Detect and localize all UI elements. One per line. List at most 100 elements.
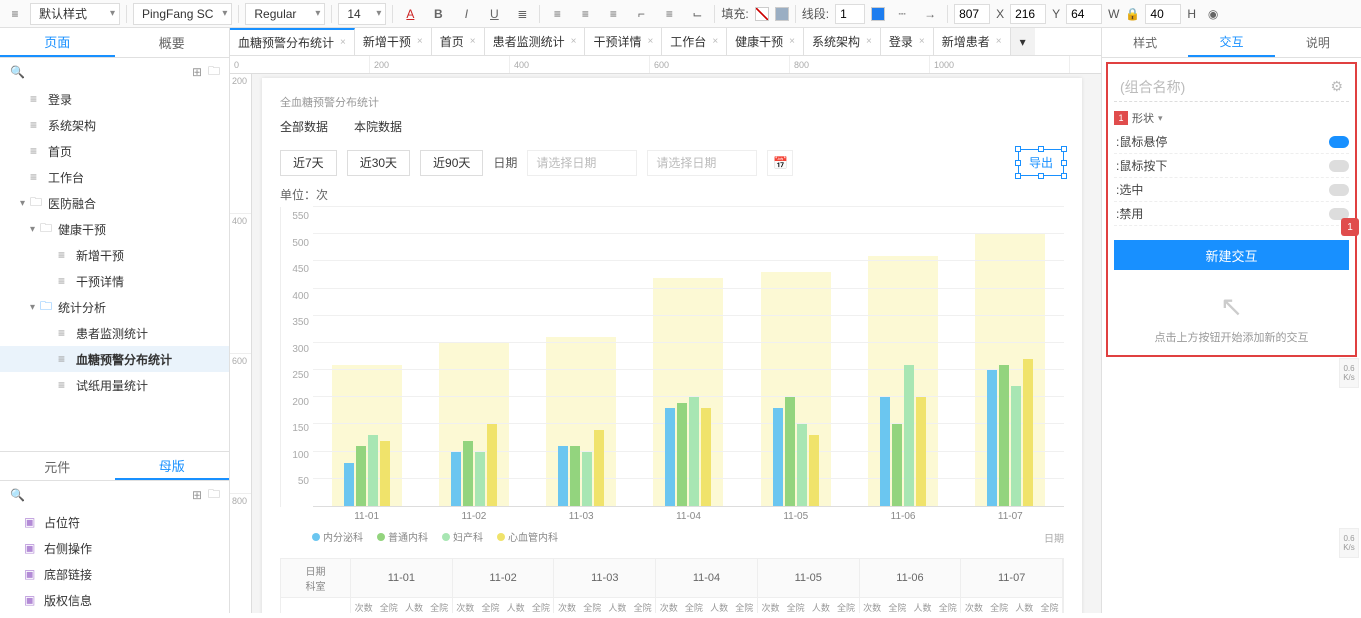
range-30d[interactable]: 近30天: [347, 150, 410, 176]
close-icon[interactable]: ×: [919, 36, 925, 47]
fill-none-swatch[interactable]: [755, 7, 769, 21]
master-item[interactable]: ▣右侧操作: [0, 535, 229, 561]
fill-color-swatch[interactable]: [775, 7, 789, 21]
doc-tab[interactable]: 干预详情×: [585, 28, 662, 55]
lock-icon[interactable]: 🔒: [1125, 7, 1139, 21]
close-icon[interactable]: ×: [789, 36, 795, 47]
canvas[interactable]: 全血糖预警分布统计 全部数据 本院数据 近7天 近30天 近90天 日期 请选择…: [252, 74, 1101, 613]
doc-tab[interactable]: 患者监测统计×: [485, 28, 586, 55]
align-center-icon[interactable]: ≡: [574, 4, 596, 24]
date-end-input[interactable]: 请选择日期: [647, 150, 757, 176]
calendar-icon[interactable]: 📅: [767, 150, 793, 176]
tab-outline[interactable]: 概要: [115, 28, 230, 57]
master-list: ▣占位符▣右侧操作▣底部链接▣版权信息: [0, 509, 229, 613]
master-item[interactable]: ▣底部链接: [0, 561, 229, 587]
tree-node[interactable]: ≡首页: [0, 138, 229, 164]
tree-node[interactable]: ▾🗀健康干预: [0, 216, 229, 242]
line-color-swatch[interactable]: [871, 7, 885, 21]
doc-tab[interactable]: 新增患者×: [934, 28, 1011, 55]
right-panel: 样式 交互 说明 (组合名称) ⚙ 1 形状 ▾ :鼠标悬停:鼠标按下:选中:禁…: [1101, 28, 1361, 613]
list-icon[interactable]: ≣: [511, 4, 533, 24]
close-icon[interactable]: ×: [470, 36, 476, 47]
master-item[interactable]: ▣版权信息: [0, 587, 229, 613]
tree-node[interactable]: ▾🗀统计分析: [0, 294, 229, 320]
rtab-interact[interactable]: 交互: [1188, 28, 1274, 57]
line-width-input[interactable]: [835, 4, 865, 24]
tree-node[interactable]: ≡干预详情: [0, 268, 229, 294]
line-arrow-icon[interactable]: →: [919, 4, 941, 24]
doc-tab[interactable]: 登录×: [881, 28, 934, 55]
tree-node[interactable]: ▾🗀医防融合: [0, 190, 229, 216]
x-input[interactable]: [954, 4, 990, 24]
add-master-folder-icon[interactable]: 🗀: [208, 485, 220, 506]
close-icon[interactable]: ×: [340, 37, 346, 48]
fill-label: 填充:: [721, 5, 748, 22]
bold-icon[interactable]: B: [427, 4, 449, 24]
weight-select[interactable]: Regular: [245, 3, 325, 25]
rtab-note[interactable]: 说明: [1275, 28, 1361, 57]
tree-node[interactable]: ≡登录: [0, 86, 229, 112]
italic-icon[interactable]: I: [455, 4, 477, 24]
doc-tab[interactable]: 工作台×: [662, 28, 727, 55]
tab-widgets[interactable]: 元件: [0, 452, 115, 480]
doc-tab[interactable]: 健康干预×: [727, 28, 804, 55]
close-icon[interactable]: ×: [417, 36, 423, 47]
paragraph-icon: ≡: [6, 5, 24, 23]
doc-tab[interactable]: 新增干预×: [355, 28, 432, 55]
tree-node[interactable]: ≡试纸用量统计: [0, 372, 229, 398]
y-input[interactable]: [1010, 4, 1046, 24]
line-dash-icon[interactable]: ┄: [891, 4, 913, 24]
state-row[interactable]: :鼠标悬停: [1114, 130, 1349, 154]
range-7d[interactable]: 近7天: [280, 150, 337, 176]
valign-top-icon[interactable]: ⌐: [630, 4, 652, 24]
error-badge[interactable]: 1: [1341, 218, 1359, 236]
more-tabs-icon[interactable]: ▾: [1011, 28, 1035, 55]
w-input[interactable]: [1066, 4, 1102, 24]
range-90d[interactable]: 近90天: [420, 150, 483, 176]
tree-node[interactable]: ≡新增干预: [0, 242, 229, 268]
close-icon[interactable]: ×: [647, 36, 653, 47]
chevron-down-icon[interactable]: ▾: [1158, 113, 1163, 124]
align-right-icon[interactable]: ≡: [602, 4, 624, 24]
close-icon[interactable]: ×: [996, 36, 1002, 47]
state-row[interactable]: :选中: [1114, 178, 1349, 202]
h-input[interactable]: [1145, 4, 1181, 24]
master-item[interactable]: ▣占位符: [0, 509, 229, 535]
close-icon[interactable]: ×: [712, 36, 718, 47]
export-button-selected[interactable]: 导出: [1018, 149, 1064, 176]
doc-tab[interactable]: 血糖预警分布统计×: [230, 28, 355, 55]
tree-node[interactable]: ≡系统架构: [0, 112, 229, 138]
tree-node[interactable]: ≡工作台: [0, 164, 229, 190]
valign-mid-icon[interactable]: ≡: [658, 4, 680, 24]
align-left-icon[interactable]: ≡: [546, 4, 568, 24]
add-page-icon[interactable]: ⊞: [192, 65, 202, 79]
state-row[interactable]: :禁用: [1114, 202, 1349, 226]
page-search-input[interactable]: [31, 65, 186, 79]
doc-tab[interactable]: 首页×: [432, 28, 485, 55]
page-tree: ≡登录≡系统架构≡首页≡工作台▾🗀医防融合▾🗀健康干预≡新增干预≡干预详情▾🗀统…: [0, 86, 229, 451]
add-folder-icon[interactable]: 🗀: [208, 62, 220, 83]
underline-icon[interactable]: U: [483, 4, 505, 24]
rtab-style[interactable]: 样式: [1102, 28, 1188, 57]
add-master-icon[interactable]: ⊞: [192, 488, 202, 502]
data-tab-local[interactable]: 本院数据: [354, 118, 402, 135]
close-icon[interactable]: ×: [571, 36, 577, 47]
group-name-input[interactable]: (组合名称): [1120, 77, 1185, 97]
close-icon[interactable]: ×: [866, 36, 872, 47]
doc-tab[interactable]: 系统架构×: [804, 28, 881, 55]
new-interaction-button[interactable]: 新建交互: [1114, 240, 1349, 270]
valign-bot-icon[interactable]: ⌙: [686, 4, 708, 24]
master-search-input[interactable]: [31, 488, 186, 502]
tab-pages[interactable]: 页面: [0, 28, 115, 57]
fontsize-select[interactable]: 14: [338, 3, 386, 25]
state-row[interactable]: :鼠标按下: [1114, 154, 1349, 178]
font-color-icon[interactable]: A: [399, 4, 421, 24]
visibility-icon[interactable]: ◉: [1202, 4, 1224, 24]
tree-node[interactable]: ≡患者监测统计: [0, 320, 229, 346]
tab-masters[interactable]: 母版: [115, 452, 230, 480]
style-select[interactable]: 默认样式: [30, 3, 120, 25]
font-select[interactable]: PingFang SC: [133, 3, 232, 25]
date-start-input[interactable]: 请选择日期: [527, 150, 637, 176]
tree-node[interactable]: ≡血糖预警分布统计: [0, 346, 229, 372]
data-tab-all[interactable]: 全部数据: [280, 118, 328, 135]
